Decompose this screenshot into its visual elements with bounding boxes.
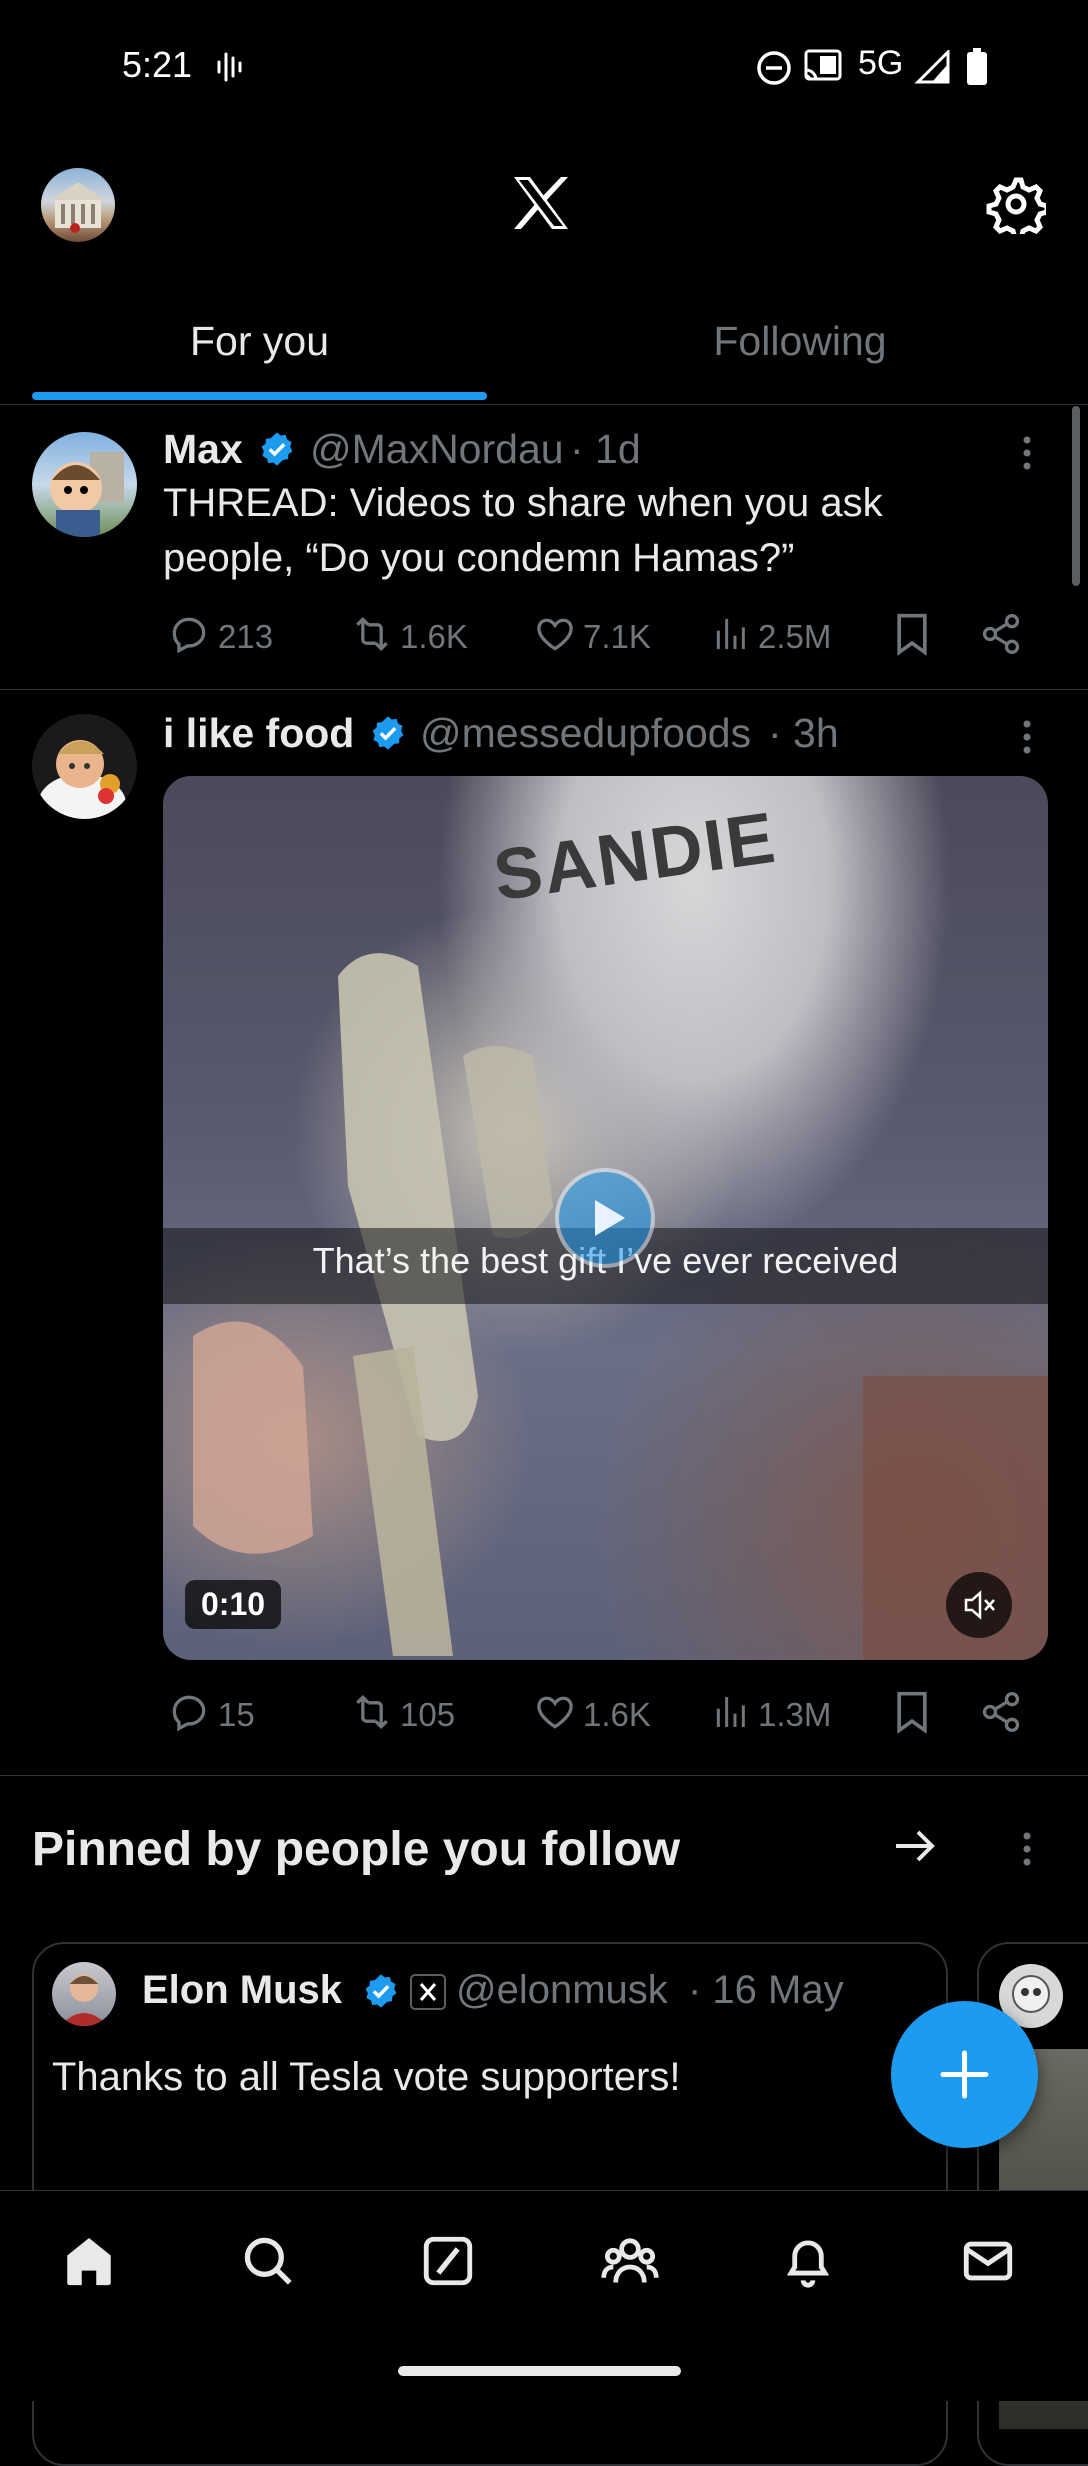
tweet-avatar[interactable] — [32, 714, 137, 819]
reply-icon[interactable] — [167, 612, 211, 656]
like-count: 7.1K — [583, 618, 651, 655]
tweet-author-handle[interactable]: @messedupfoods — [420, 710, 751, 757]
play-icon[interactable] — [553, 1166, 657, 1270]
views-count: 1.3M — [758, 1696, 832, 1733]
x-affiliate-badge-icon — [410, 1974, 446, 2010]
x-logo-icon[interactable] — [512, 175, 570, 231]
reply-icon[interactable] — [167, 1690, 211, 1734]
pinned-author-handle[interactable]: @elonmusk — [456, 1968, 668, 2013]
like-icon[interactable] — [533, 1690, 577, 1734]
profile-avatar[interactable] — [41, 168, 115, 242]
like-icon[interactable] — [533, 612, 577, 656]
signal-icon — [914, 50, 950, 84]
tweet-text: THREAD: Videos to share when you ask peo… — [163, 481, 883, 580]
arrow-right-icon[interactable] — [892, 1826, 938, 1866]
tweet-author-handle[interactable]: @MaxNordau — [310, 426, 564, 473]
pinned-tweet-avatar[interactable] — [52, 1962, 116, 2026]
share-icon[interactable] — [979, 1690, 1023, 1734]
pinned-author-name[interactable]: Elon Musk — [142, 1968, 342, 2013]
more-options-icon[interactable] — [1018, 1830, 1036, 1870]
views-count: 2.5M — [758, 618, 832, 655]
home-icon[interactable] — [60, 2232, 118, 2290]
tab-for-you[interactable]: For you — [32, 318, 487, 365]
tweet-author-name[interactable]: i like food — [163, 710, 354, 757]
cast-icon — [802, 48, 844, 86]
compose-button[interactable] — [891, 2001, 1038, 2148]
pinned-tweet-time: · 16 May — [688, 1968, 844, 2012]
communities-icon[interactable] — [599, 2232, 661, 2290]
status-time: 5:21 — [122, 44, 193, 85]
pinned-section-title: Pinned by people you follow — [32, 1823, 681, 1876]
verified-badge-icon — [258, 430, 296, 468]
like-count: 1.6K — [583, 1696, 651, 1733]
reply-count: 15 — [218, 1696, 255, 1733]
active-tab-indicator — [32, 392, 487, 400]
tab-following[interactable]: Following — [575, 318, 1025, 365]
share-icon[interactable] — [979, 612, 1023, 656]
views-icon[interactable] — [710, 612, 750, 656]
notifications-icon[interactable] — [779, 2232, 837, 2290]
more-options-icon[interactable] — [1018, 434, 1036, 474]
messages-icon[interactable] — [959, 2232, 1017, 2290]
network-type: 5G — [858, 44, 904, 82]
tweet-avatar[interactable] — [32, 432, 137, 537]
mute-icon[interactable] — [946, 1572, 1012, 1638]
gear-icon[interactable] — [986, 174, 1046, 234]
bookmark-icon[interactable] — [893, 612, 931, 656]
tweet-time: · 1d — [570, 426, 641, 472]
tweet-time: · 3h — [768, 710, 839, 756]
views-icon[interactable] — [710, 1690, 750, 1734]
repost-count: 105 — [400, 1696, 456, 1733]
grok-icon[interactable] — [419, 2232, 477, 2290]
tweet-divider — [0, 1775, 1088, 1776]
scrollbar[interactable] — [1072, 406, 1080, 586]
home-indicator[interactable] — [398, 2366, 681, 2376]
repost-icon[interactable] — [349, 1690, 395, 1734]
search-icon[interactable] — [239, 2232, 297, 2290]
reply-count: 213 — [218, 618, 274, 655]
more-options-icon[interactable] — [1018, 718, 1036, 758]
repost-count: 1.6K — [400, 618, 468, 655]
bookmark-icon[interactable] — [893, 1690, 931, 1734]
battery-icon — [966, 48, 988, 86]
tweet-author-name[interactable]: Max — [163, 426, 243, 473]
repost-icon[interactable] — [349, 612, 395, 656]
pinned-tweet-text: Thanks to all Tesla vote supporters! — [52, 2055, 681, 2099]
video-player[interactable]: SANDIE That’s the best gift I’ve ever re… — [163, 776, 1048, 1660]
do-not-disturb-icon — [756, 50, 792, 86]
video-duration: 0:10 — [185, 1580, 282, 1629]
verified-badge-icon — [369, 714, 407, 752]
audio-waveform-icon — [216, 50, 244, 84]
verified-badge-icon — [362, 1972, 400, 2010]
